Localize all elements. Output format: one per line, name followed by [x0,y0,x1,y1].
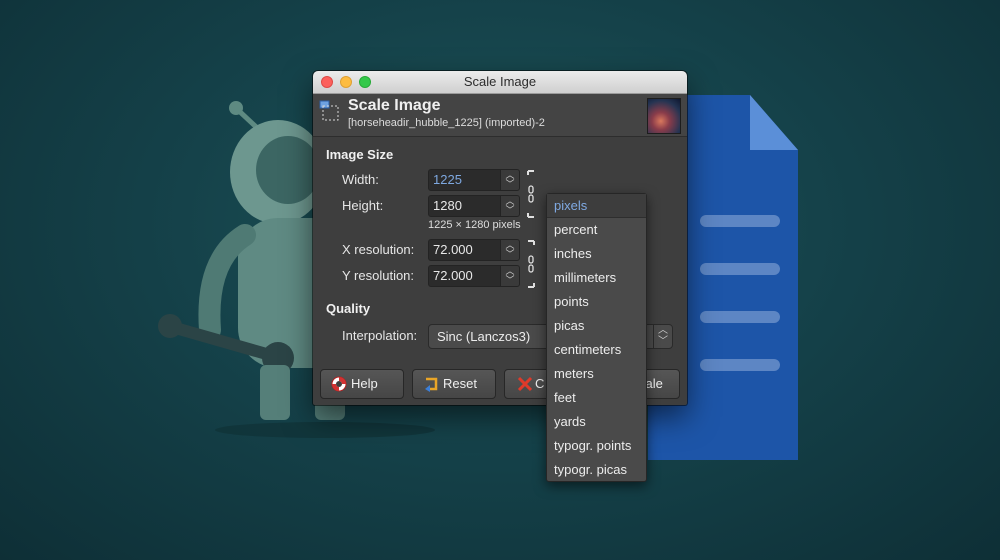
unit-option-percent[interactable]: percent [547,218,646,242]
size-info-text: 1225 × 1280 pixels [428,219,521,231]
x-resolution-label: X resolution: [342,242,415,257]
unit-option-centimeters[interactable]: centimeters [547,338,646,362]
size-chain-link-icon[interactable] [526,170,536,218]
y-resolution-label: Y resolution: [342,268,415,283]
width-value: 1225 [433,172,462,187]
width-spinner[interactable]: 1225 ︿ ﹀ [428,169,520,191]
image-thumbnail [647,98,681,134]
reset-button-label: Reset [443,376,477,391]
x-resolution-spinner[interactable]: 72.000 ︿ ﹀ [428,239,520,261]
cancel-x-icon [517,376,533,392]
interpolation-value: Sinc (Lanczos3) [437,329,531,344]
unit-option-picas[interactable]: picas [547,314,646,338]
x-resolution-value: 72.000 [433,242,473,257]
image-size-section-label: Image Size [326,147,394,162]
unit-dropdown-menu: pixels percent inches millimeters points… [546,193,647,482]
unit-option-meters[interactable]: meters [547,362,646,386]
y-resolution-stepper[interactable]: ︿ ﹀ [500,266,519,286]
reset-button[interactable]: Reset [412,369,496,399]
select-arrows-icon: ︿ ﹀ [653,325,672,348]
unit-option-feet[interactable]: feet [547,386,646,410]
header-subtitle: [horseheadir_hubble_1225] (imported)-2 [348,117,545,129]
scale-tool-icon [319,100,339,121]
width-stepper[interactable]: ︿ ﹀ [500,170,519,190]
unit-option-yards[interactable]: yards [547,410,646,434]
dialog-header: Scale Image [horseheadir_hubble_1225] (i… [313,94,687,137]
unit-option-inches[interactable]: inches [547,242,646,266]
height-stepper[interactable]: ︿ ﹀ [500,196,519,216]
lifebuoy-icon [331,376,347,392]
quality-section-label: Quality [326,301,371,316]
help-button-label: Help [351,376,378,391]
close-window-button[interactable] [321,76,333,88]
unit-option-millimeters[interactable]: millimeters [547,266,646,290]
window-title: Scale Image [463,74,537,89]
unit-option-typogr-points[interactable]: typogr. points [547,434,646,458]
y-resolution-spinner[interactable]: 72.000 ︿ ﹀ [428,265,520,287]
minimize-window-button[interactable] [340,76,352,88]
maximize-window-button[interactable] [359,76,371,88]
unit-option-typogr-picas[interactable]: typogr. picas [547,458,646,482]
unit-option-points[interactable]: points [547,290,646,314]
unit-option-pixels[interactable]: pixels [547,194,646,218]
header-title: Scale Image [348,97,441,114]
resolution-chain-link-icon[interactable] [526,240,536,288]
title-bar: Scale Image [313,71,687,94]
height-value: 1280 [433,198,462,213]
height-spinner[interactable]: 1280 ︿ ﹀ [428,195,520,217]
height-label: Height: [342,198,384,213]
cancel-button-label: C [535,376,545,391]
reset-icon [425,377,438,392]
width-label: Width: [342,172,379,187]
y-resolution-value: 72.000 [433,268,473,283]
help-button[interactable]: Help [320,369,404,399]
interpolation-label: Interpolation: [342,328,418,343]
x-resolution-stepper[interactable]: ︿ ﹀ [500,240,519,260]
